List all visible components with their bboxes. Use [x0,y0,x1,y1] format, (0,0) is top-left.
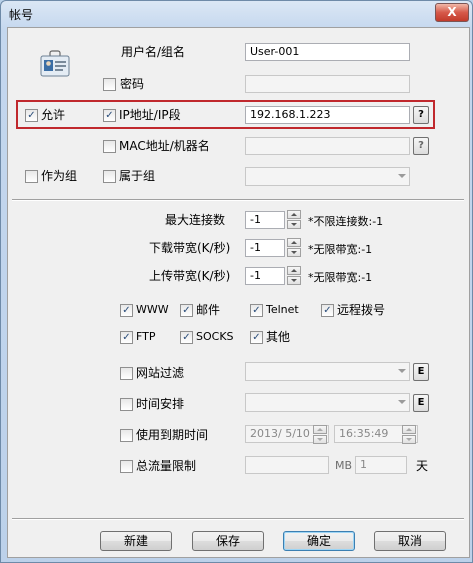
download-label: 下载带宽(K/秒) [149,241,231,255]
ok-button[interactable]: 确定 [283,531,355,551]
service-dialup-checkbox[interactable]: ✓ [321,304,334,317]
service-telnet-label: Telnet [266,303,299,316]
username-label: 用户名/组名 [121,45,186,59]
web-filter-select[interactable] [245,362,410,381]
max-conn-label: 最大连接数 [165,213,226,227]
spin-up-icon[interactable] [287,210,301,219]
service-www-label: WWW [136,303,169,316]
schedule-checkbox[interactable] [120,398,133,411]
traffic-days-input[interactable]: 1 [355,456,407,474]
allow-checkbox[interactable]: ✓ [25,109,38,122]
chevron-down-icon [398,400,406,404]
ip-help-button[interactable]: ? [413,106,429,124]
spin-up-icon[interactable] [313,425,327,434]
web-filter-checkbox[interactable] [120,367,133,380]
spin-down-icon[interactable] [313,435,327,444]
expiry-label: 使用到期时间 [136,428,209,442]
belongs-group-checkbox[interactable] [103,170,116,183]
mac-help-button[interactable]: ? [413,137,429,155]
password-input[interactable] [245,75,410,93]
user-card-icon [40,50,70,77]
mac-input[interactable] [245,137,410,155]
service-mail-checkbox[interactable]: ✓ [180,304,193,317]
dialog-client: 用户名/组名 User-001 密码 ✓ 允许 ✓ IP地址/IP段 192.1… [7,27,470,558]
ip-input[interactable]: 192.168.1.223 [245,106,410,124]
upload-stepper[interactable] [287,266,301,285]
spin-up-icon[interactable] [287,238,301,247]
download-input[interactable]: -1 [245,239,285,257]
max-conn-hint: *不限连接数:-1 [308,215,384,228]
traffic-day-unit: 天 [416,459,429,473]
service-socks-checkbox[interactable]: ✓ [180,331,193,344]
service-telnet-checkbox[interactable]: ✓ [250,304,263,317]
download-hint: *无限带宽:-1 [308,243,373,256]
web-filter-label: 网站过滤 [136,366,185,380]
service-other-checkbox[interactable]: ✓ [250,331,263,344]
spin-down-icon[interactable] [287,220,301,229]
service-other-label: 其他 [266,330,291,344]
traffic-input[interactable] [245,456,329,474]
service-ftp-label: FTP [136,330,156,343]
ip-checkbox[interactable]: ✓ [103,109,116,122]
max-conn-input[interactable]: -1 [245,211,285,229]
ip-label: IP地址/IP段 [119,108,181,122]
upload-input[interactable]: -1 [245,267,285,285]
cancel-button[interactable]: 取消 [374,531,446,551]
group-select[interactable] [245,167,410,186]
max-conn-stepper[interactable] [287,210,301,229]
divider-top [12,199,464,201]
mac-checkbox[interactable] [103,140,116,153]
schedule-select[interactable] [245,393,410,412]
belongs-group-label: 属于组 [119,169,156,183]
close-button[interactable]: X [435,3,469,22]
as-group-checkbox[interactable] [25,170,38,183]
spin-up-icon[interactable] [402,425,416,434]
expiry-date-stepper[interactable] [313,425,327,444]
chevron-down-icon [398,174,406,178]
service-www-checkbox[interactable]: ✓ [120,304,133,317]
as-group-label: 作为组 [41,169,78,183]
spin-down-icon[interactable] [287,276,301,285]
upload-hint: *无限带宽:-1 [308,271,373,284]
service-socks-label: SOCKS [196,330,234,343]
service-mail-label: 邮件 [196,303,221,317]
password-label: 密码 [120,77,145,91]
spin-down-icon[interactable] [287,248,301,257]
service-dialup-label: 远程拨号 [337,303,386,317]
traffic-checkbox[interactable] [120,460,133,473]
title-bar[interactable]: 帐号 X [1,1,472,27]
spin-up-icon[interactable] [287,266,301,275]
window-title: 帐号 [9,8,34,22]
schedule-label: 时间安排 [136,397,185,411]
web-filter-edit-button[interactable]: E [413,363,429,381]
divider-bottom [12,518,464,520]
username-input[interactable]: User-001 [245,43,410,61]
traffic-unit: MB [335,459,353,472]
allow-label: 允许 [41,108,66,122]
save-button[interactable]: 保存 [192,531,264,551]
download-stepper[interactable] [287,238,301,257]
spin-down-icon[interactable] [402,435,416,444]
service-ftp-checkbox[interactable]: ✓ [120,331,133,344]
new-button[interactable]: 新建 [100,531,172,551]
chevron-down-icon [398,369,406,373]
password-checkbox[interactable] [103,78,116,91]
account-dialog: 帐号 X 用户名/组名 User-001 密码 ✓ 允许 ✓ IP地址/IP段 … [0,0,473,563]
traffic-label: 总流量限制 [136,459,197,473]
mac-label: MAC地址/机器名 [119,139,210,153]
expiry-checkbox[interactable] [120,429,133,442]
schedule-edit-button[interactable]: E [413,394,429,412]
upload-label: 上传带宽(K/秒) [149,269,231,283]
expiry-time-stepper[interactable] [402,425,416,444]
